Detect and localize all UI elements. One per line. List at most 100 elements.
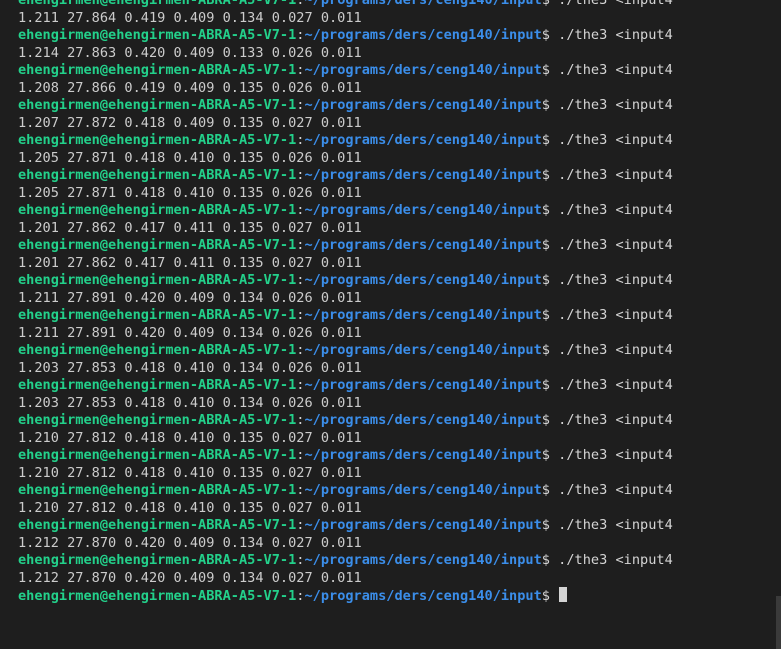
prompt-user: ehengirmen@ehengirmen-ABRA-A5-V7-1 [18, 202, 297, 218]
prompt-user: ehengirmen@ehengirmen-ABRA-A5-V7-1 [18, 412, 297, 428]
output-line: 1.211 27.891 0.420 0.409 0.134 0.026 0.0… [18, 324, 362, 341]
output-line: 1.211 27.891 0.420 0.409 0.134 0.026 0.0… [18, 289, 362, 306]
prompt-user: ehengirmen@ehengirmen-ABRA-A5-V7-1 [18, 588, 297, 604]
prompt-user: ehengirmen@ehengirmen-ABRA-A5-V7-1 [18, 167, 297, 183]
output-line: 1.201 27.862 0.417 0.411 0.135 0.027 0.0… [18, 254, 362, 271]
prompt-path: ~/programs/ders/ceng140/input [304, 482, 542, 498]
command-text: ./the3 <input4 [558, 167, 673, 183]
prompt-line: ehengirmen@ehengirmen-ABRA-A5-V7-1:~/pro… [18, 202, 781, 220]
prompt-path: ~/programs/ders/ceng140/input [304, 202, 542, 218]
command-text: ./the3 <input4 [558, 202, 673, 218]
terminal-scrollbar[interactable] [776, 596, 781, 649]
output-line: 1.205 27.871 0.418 0.410 0.135 0.026 0.0… [18, 184, 362, 201]
prompt-path: ~/programs/ders/ceng140/input [304, 447, 542, 463]
command-text: ./the3 <input4 [558, 62, 673, 78]
command-text: ./the3 <input4 [558, 517, 673, 533]
prompt-user: ehengirmen@ehengirmen-ABRA-A5-V7-1 [18, 132, 297, 148]
prompt-symbol: $ [541, 342, 550, 358]
output-line: 1.203 27.853 0.418 0.410 0.134 0.026 0.0… [18, 359, 362, 376]
prompt-symbol: $ [541, 167, 550, 183]
prompt-line: ehengirmen@ehengirmen-ABRA-A5-V7-1:~/pro… [18, 167, 781, 185]
prompt-path: ~/programs/ders/ceng140/input [304, 412, 542, 428]
prompt-symbol: $ [541, 202, 550, 218]
command-text: ./the3 <input4 [558, 377, 673, 393]
prompt-line: ehengirmen@ehengirmen-ABRA-A5-V7-1:~/pro… [18, 27, 781, 45]
prompt-user: ehengirmen@ehengirmen-ABRA-A5-V7-1 [18, 27, 297, 43]
prompt-symbol: $ [541, 97, 550, 113]
prompt-line: ehengirmen@ehengirmen-ABRA-A5-V7-1:~/pro… [18, 307, 781, 325]
prompt-line: ehengirmen@ehengirmen-ABRA-A5-V7-1:~/pro… [18, 0, 781, 10]
prompt-path: ~/programs/ders/ceng140/input [304, 97, 542, 113]
prompt-path: ~/programs/ders/ceng140/input [304, 0, 542, 8]
prompt-user: ehengirmen@ehengirmen-ABRA-A5-V7-1 [18, 517, 297, 533]
prompt-path: ~/programs/ders/ceng140/input [304, 377, 542, 393]
prompt-symbol: $ [541, 132, 550, 148]
prompt-line: ehengirmen@ehengirmen-ABRA-A5-V7-1:~/pro… [18, 587, 781, 605]
prompt-line: ehengirmen@ehengirmen-ABRA-A5-V7-1:~/pro… [18, 272, 781, 290]
prompt-symbol: $ [541, 412, 550, 428]
output-line: 1.201 27.862 0.417 0.411 0.135 0.027 0.0… [18, 219, 362, 236]
prompt-symbol: $ [541, 552, 550, 568]
prompt-path: ~/programs/ders/ceng140/input [304, 342, 542, 358]
output-line: 1.214 27.863 0.420 0.409 0.133 0.026 0.0… [18, 44, 362, 61]
prompt-symbol: $ [541, 377, 550, 393]
prompt-symbol: $ [541, 307, 550, 323]
prompt-symbol: $ [541, 447, 550, 463]
output-line: 1.205 27.871 0.418 0.410 0.135 0.026 0.0… [18, 149, 362, 166]
output-line: 1.212 27.870 0.420 0.409 0.134 0.027 0.0… [18, 569, 362, 586]
command-text: ./the3 <input4 [558, 447, 673, 463]
prompt-symbol: $ [541, 517, 550, 533]
prompt-symbol: $ [541, 237, 550, 253]
prompt-line: ehengirmen@ehengirmen-ABRA-A5-V7-1:~/pro… [18, 342, 781, 360]
terminal-output: ehengirmen@ehengirmen-ABRA-A5-V7-1:~/pro… [18, 0, 781, 605]
command-text: ./the3 <input4 [558, 0, 673, 8]
terminal-cursor[interactable] [559, 587, 568, 602]
prompt-user: ehengirmen@ehengirmen-ABRA-A5-V7-1 [18, 342, 297, 358]
prompt-user: ehengirmen@ehengirmen-ABRA-A5-V7-1 [18, 482, 297, 498]
prompt-path: ~/programs/ders/ceng140/input [304, 132, 542, 148]
prompt-path: ~/programs/ders/ceng140/input [304, 62, 542, 78]
command-text: ./the3 <input4 [558, 27, 673, 43]
prompt-path: ~/programs/ders/ceng140/input [304, 588, 542, 604]
command-text: ./the3 <input4 [558, 97, 673, 113]
prompt-line: ehengirmen@ehengirmen-ABRA-A5-V7-1:~/pro… [18, 97, 781, 115]
prompt-line: ehengirmen@ehengirmen-ABRA-A5-V7-1:~/pro… [18, 447, 781, 465]
prompt-path: ~/programs/ders/ceng140/input [304, 27, 542, 43]
prompt-symbol: $ [541, 0, 550, 8]
prompt-symbol: $ [541, 272, 550, 288]
prompt-path: ~/programs/ders/ceng140/input [304, 552, 542, 568]
prompt-path: ~/programs/ders/ceng140/input [304, 517, 542, 533]
prompt-user: ehengirmen@ehengirmen-ABRA-A5-V7-1 [18, 272, 297, 288]
command-text: ./the3 <input4 [558, 412, 673, 428]
output-line: 1.208 27.866 0.419 0.409 0.135 0.026 0.0… [18, 79, 362, 96]
output-line: 1.210 27.812 0.418 0.410 0.135 0.027 0.0… [18, 499, 362, 516]
output-line: 1.207 27.872 0.418 0.409 0.135 0.027 0.0… [18, 114, 362, 131]
output-line: 1.211 27.864 0.419 0.409 0.134 0.027 0.0… [18, 9, 362, 26]
output-line: 1.210 27.812 0.418 0.410 0.135 0.027 0.0… [18, 464, 362, 481]
output-line: 1.203 27.853 0.418 0.410 0.134 0.026 0.0… [18, 394, 362, 411]
prompt-symbol: $ [541, 27, 550, 43]
prompt-path: ~/programs/ders/ceng140/input [304, 237, 542, 253]
prompt-user: ehengirmen@ehengirmen-ABRA-A5-V7-1 [18, 62, 297, 78]
command-text: ./the3 <input4 [558, 237, 673, 253]
prompt-symbol: $ [541, 482, 550, 498]
prompt-path: ~/programs/ders/ceng140/input [304, 272, 542, 288]
prompt-line: ehengirmen@ehengirmen-ABRA-A5-V7-1:~/pro… [18, 237, 781, 255]
prompt-path: ~/programs/ders/ceng140/input [304, 307, 542, 323]
prompt-line: ehengirmen@ehengirmen-ABRA-A5-V7-1:~/pro… [18, 552, 781, 570]
output-line: 1.210 27.812 0.418 0.410 0.135 0.027 0.0… [18, 429, 362, 446]
prompt-symbol: $ [541, 62, 550, 78]
prompt-line: ehengirmen@ehengirmen-ABRA-A5-V7-1:~/pro… [18, 377, 781, 395]
prompt-path: ~/programs/ders/ceng140/input [304, 167, 542, 183]
prompt-user: ehengirmen@ehengirmen-ABRA-A5-V7-1 [18, 0, 297, 8]
command-text: ./the3 <input4 [558, 342, 673, 358]
command-text: ./the3 <input4 [558, 482, 673, 498]
command-text: ./the3 <input4 [558, 552, 673, 568]
prompt-line: ehengirmen@ehengirmen-ABRA-A5-V7-1:~/pro… [18, 412, 781, 430]
terminal-window[interactable]: ehengirmen@ehengirmen-ABRA-A5-V7-1:~/pro… [0, 0, 781, 649]
prompt-user: ehengirmen@ehengirmen-ABRA-A5-V7-1 [18, 97, 297, 113]
command-text: ./the3 <input4 [558, 272, 673, 288]
prompt-line: ehengirmen@ehengirmen-ABRA-A5-V7-1:~/pro… [18, 132, 781, 150]
output-line: 1.212 27.870 0.420 0.409 0.134 0.027 0.0… [18, 534, 362, 551]
prompt-user: ehengirmen@ehengirmen-ABRA-A5-V7-1 [18, 552, 297, 568]
